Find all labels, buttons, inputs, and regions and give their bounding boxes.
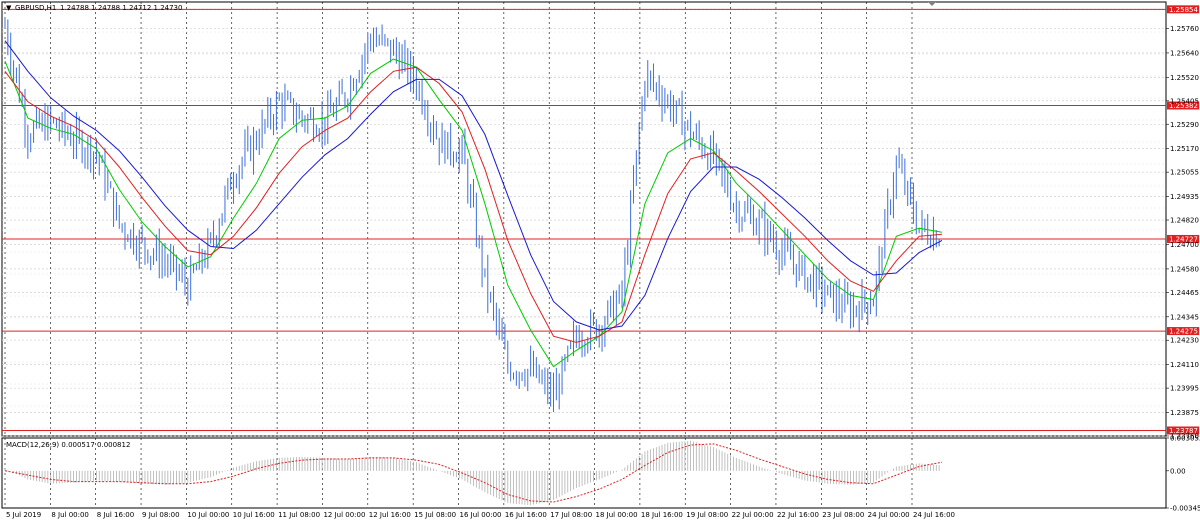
price-tick-label: 1.25760 [1170,25,1199,33]
time-tick-label: 22 Jul 16:00 [777,511,819,519]
time-tick-label: 18 Jul 16:00 [641,511,683,519]
price-level-label: 1.24275 [1169,328,1198,336]
time-tick-label: 15 Jul 08:00 [414,511,456,519]
time-axis: 5 Jul 2019 8 Jul 00:00 8 Jul 16:00 9 Jul 08… [6,511,955,519]
price-tick-label: 1.25055 [1170,169,1199,177]
price-tick-label: 1.25405 [1170,97,1199,105]
time-tick-label: 8 Jul 00:00 [51,511,89,519]
price-tick-label: 1.25290 [1170,121,1199,129]
price-tick-label: 1.23875 [1170,409,1199,417]
macd-tick-label: 0.003052 [1170,435,1200,443]
price-tick-label: 1.24580 [1170,265,1199,273]
macd-tick-label: 0.00 [1170,467,1186,475]
time-tick-label: 9 Jul 08:00 [142,511,180,519]
price-tick-label: 1.24935 [1170,193,1199,201]
macd-title: MACD(12,26,9) 0.000517 0.000812 [6,441,130,449]
macd-tick-label: -0.003457 [1170,505,1200,513]
time-tick-label: 12 Jul 00:00 [323,511,365,519]
time-tick-label: 18 Jul 00:00 [596,511,638,519]
chart-ohlc: 1.24788 1.24788 1.24712 1.24730 [60,4,182,12]
time-tick-label: 11 Jul 08:00 [278,511,320,519]
price-tick-label: 1.24110 [1170,361,1199,369]
price-tick-label: 1.25640 [1170,49,1199,57]
price-tick-label: 1.24820 [1170,217,1199,225]
time-tick-label: 23 Jul 08:00 [822,511,864,519]
price-tick-label: 1.24465 [1170,289,1199,297]
price-tick-label: 1.24700 [1170,241,1199,249]
time-tick-label: 10 Jul 00:00 [187,511,229,519]
time-tick-label: 12 Jul 16:00 [369,511,411,519]
chart-symbol: GBPUSD,H1 [15,4,56,12]
price-tick-label: 1.24345 [1170,313,1199,321]
price-panel[interactable] [1,1,1167,437]
time-tick-label: 8 Jul 16:00 [97,511,135,519]
time-tick-label: 22 Jul 00:00 [732,511,774,519]
price-tick-label: 1.24230 [1170,337,1199,345]
time-tick-label: 19 Jul 08:00 [686,511,728,519]
price-level-label: 1.25854 [1169,6,1198,14]
symbol-dropdown-icon[interactable]: ▼ [6,4,12,12]
price-tick-label: 1.25170 [1170,145,1199,153]
time-tick-label: 5 Jul 2019 [6,511,41,519]
chart-window[interactable]: 1.258541.253821.247271.242751.23787 1.25… [0,0,1200,523]
price-tick-label: 1.23995 [1170,385,1199,393]
time-tick-label: 17 Jul 08:00 [550,511,592,519]
time-tick-label: 24 Jul 16:00 [913,511,955,519]
time-tick-label: 16 Jul 00:00 [460,511,502,519]
time-tick-label: 16 Jul 16:00 [505,511,547,519]
time-tick-label: 24 Jul 00:00 [868,511,910,519]
time-tick-label: 10 Jul 16:00 [233,511,275,519]
price-tick-label: 1.25520 [1170,74,1199,82]
